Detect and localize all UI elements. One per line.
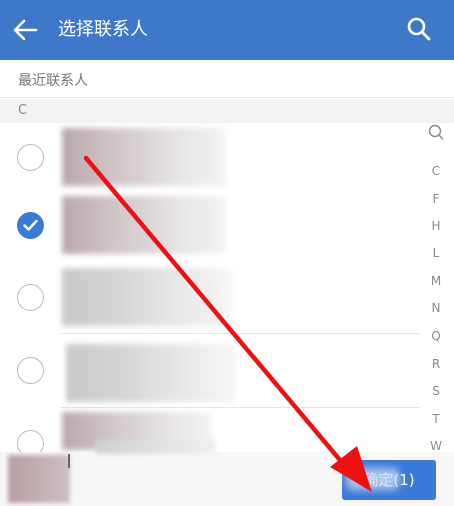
divider [60,333,420,334]
contact-blurred [62,196,226,254]
selected-contact-avatar[interactable] [8,455,70,503]
index-letter[interactable]: F [422,192,450,206]
index-letter[interactable]: Q [422,329,450,343]
confirm-button-blur-overlay [346,468,400,490]
index-letter[interactable]: T [422,412,450,426]
contact-row[interactable] [0,191,420,263]
index-letter[interactable]: S [422,384,450,398]
contact-row[interactable] [0,336,420,408]
recent-contacts-header[interactable]: 最近联系人 [0,60,454,98]
contact-blurred [62,128,226,186]
selection-marker [68,454,70,468]
contact-row[interactable] [0,124,420,196]
checkmark-icon [23,219,38,231]
alphabet-index[interactable]: C F H L M N Q R S T W [422,120,450,460]
index-letter[interactable]: W [422,439,450,453]
index-letter[interactable]: M [422,274,450,288]
index-letter[interactable]: L [422,246,450,260]
index-letter[interactable]: R [422,357,450,371]
selected-contact-name-blurred [96,440,216,454]
index-letter[interactable]: H [422,219,450,233]
recent-contacts-label: 最近联系人 [18,73,88,89]
page-title: 选择联系人 [58,19,148,40]
radio-unchecked[interactable] [17,144,44,171]
index-letter[interactable]: N [422,301,450,315]
index-search-icon[interactable] [428,124,444,142]
search-icon[interactable] [406,16,432,42]
contact-blurred [66,344,236,402]
app-bar: 选择联系人 [0,0,454,60]
back-arrow-icon[interactable] [12,18,38,42]
section-letter: C [18,103,28,118]
radio-unchecked[interactable] [17,284,44,311]
contact-blurred [62,268,232,326]
section-header-c: C [0,99,454,123]
radio-unchecked[interactable] [17,357,44,384]
contact-row[interactable] [0,262,420,334]
divider [60,407,420,408]
radio-checked[interactable] [17,212,44,239]
index-letter[interactable]: C [422,164,450,178]
